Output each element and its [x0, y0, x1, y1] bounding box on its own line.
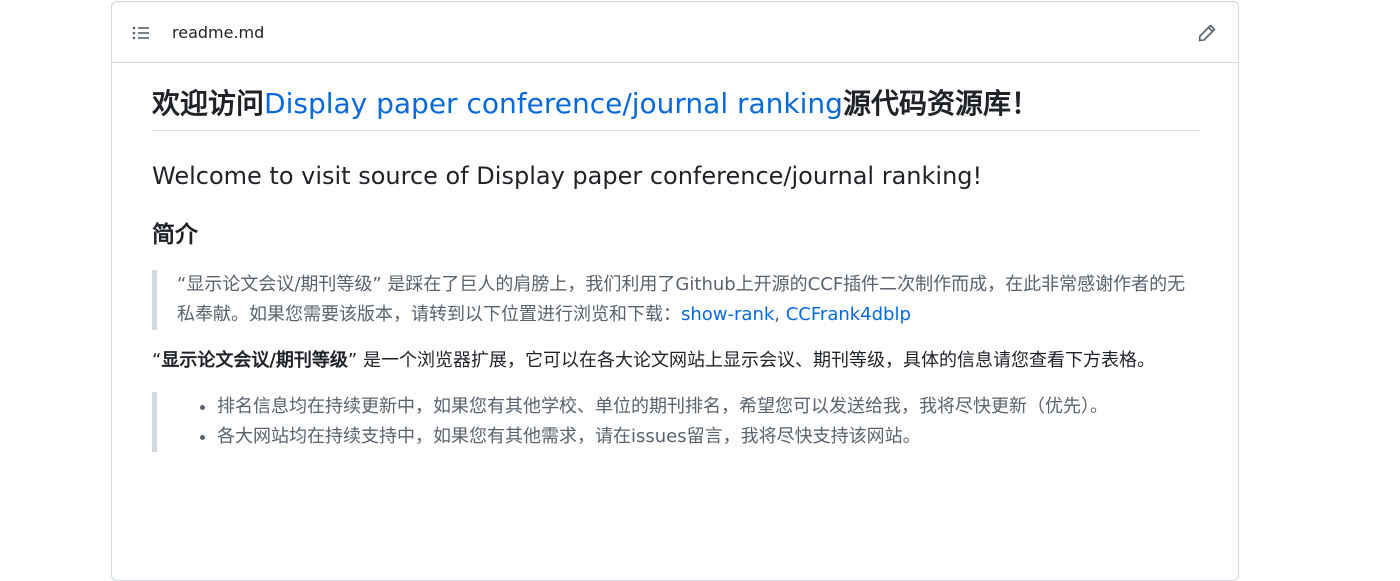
list-item: 排名信息均在持续更新中，如果您有其他学校、单位的期刊排名，希望您可以发送给我，我… [217, 392, 1200, 422]
show-rank-link[interactable]: show-rank [681, 304, 774, 325]
title-link[interactable]: Display paper conference/journal ranking [264, 87, 843, 120]
description-open-quote: “ [152, 349, 162, 371]
list-item: 各大网站均在持续支持中，如果您有其他需求，请在issues留言，我将尽快支持该网… [217, 422, 1200, 452]
pencil-icon[interactable] [1196, 22, 1218, 44]
section-heading: 简介 [152, 222, 198, 248]
description-bold: 显示论文会议/期刊等级 [161, 349, 348, 371]
readme-card: readme.md 欢迎访问Display paper conference/j… [111, 1, 1239, 581]
notes-blockquote: 排名信息均在持续更新中，如果您有其他学校、单位的期刊排名，希望您可以发送给我，我… [152, 391, 1200, 452]
subtitle: Welcome to visit source of Display paper… [152, 162, 983, 190]
ccfrank4dblp-link[interactable]: CCFrank4dblp [786, 304, 911, 325]
description-rest: ” 是一个浏览器扩展，它可以在各大论文网站上显示会议、期刊等级，具体的信息请您查… [347, 349, 1155, 371]
description-paragraph: “显示论文会议/期刊等级” 是一个浏览器扩展，它可以在各大论文网站上显示会议、期… [152, 346, 1200, 376]
intro-blockquote: “显示论文会议/期刊等级” 是踩在了巨人的肩膀上，我们利用了Github上开源的… [152, 269, 1200, 330]
notes-list: 排名信息均在持续更新中，如果您有其他学校、单位的期刊排名，希望您可以发送给我，我… [177, 392, 1200, 452]
list-unordered-icon[interactable] [130, 22, 152, 44]
title-suffix: 源代码资源库！ [842, 87, 1039, 120]
file-name: readme.md [172, 23, 265, 42]
title-prefix: 欢迎访问 [152, 87, 265, 120]
readme-header: readme.md [112, 2, 1238, 63]
readme-content: 欢迎访问Display paper conference/journal ran… [152, 64, 1200, 452]
page-title: 欢迎访问Display paper conference/journal ran… [152, 64, 1200, 131]
link-separator: , [774, 303, 786, 325]
